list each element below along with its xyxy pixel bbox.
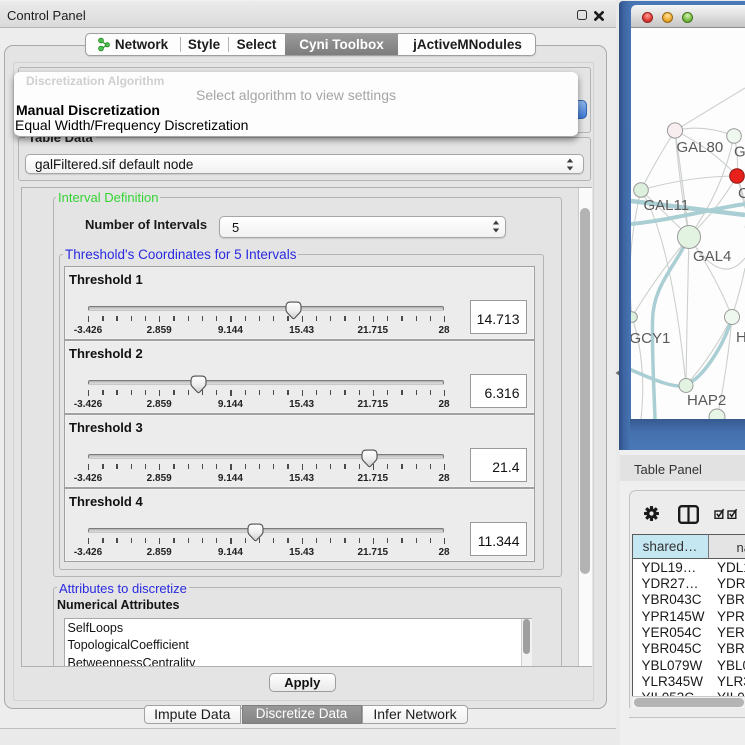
svg-text:GAL4: GAL4 (693, 248, 731, 265)
svg-text:C: C (738, 185, 745, 202)
svg-text:GA: GA (734, 144, 745, 161)
svg-text:GAL11: GAL11 (644, 197, 690, 214)
svg-text:GAL80: GAL80 (677, 139, 724, 156)
svg-text:GCY1: GCY1 (631, 330, 670, 347)
svg-text:H: H (736, 329, 745, 346)
svg-text:HAP2: HAP2 (687, 392, 726, 409)
